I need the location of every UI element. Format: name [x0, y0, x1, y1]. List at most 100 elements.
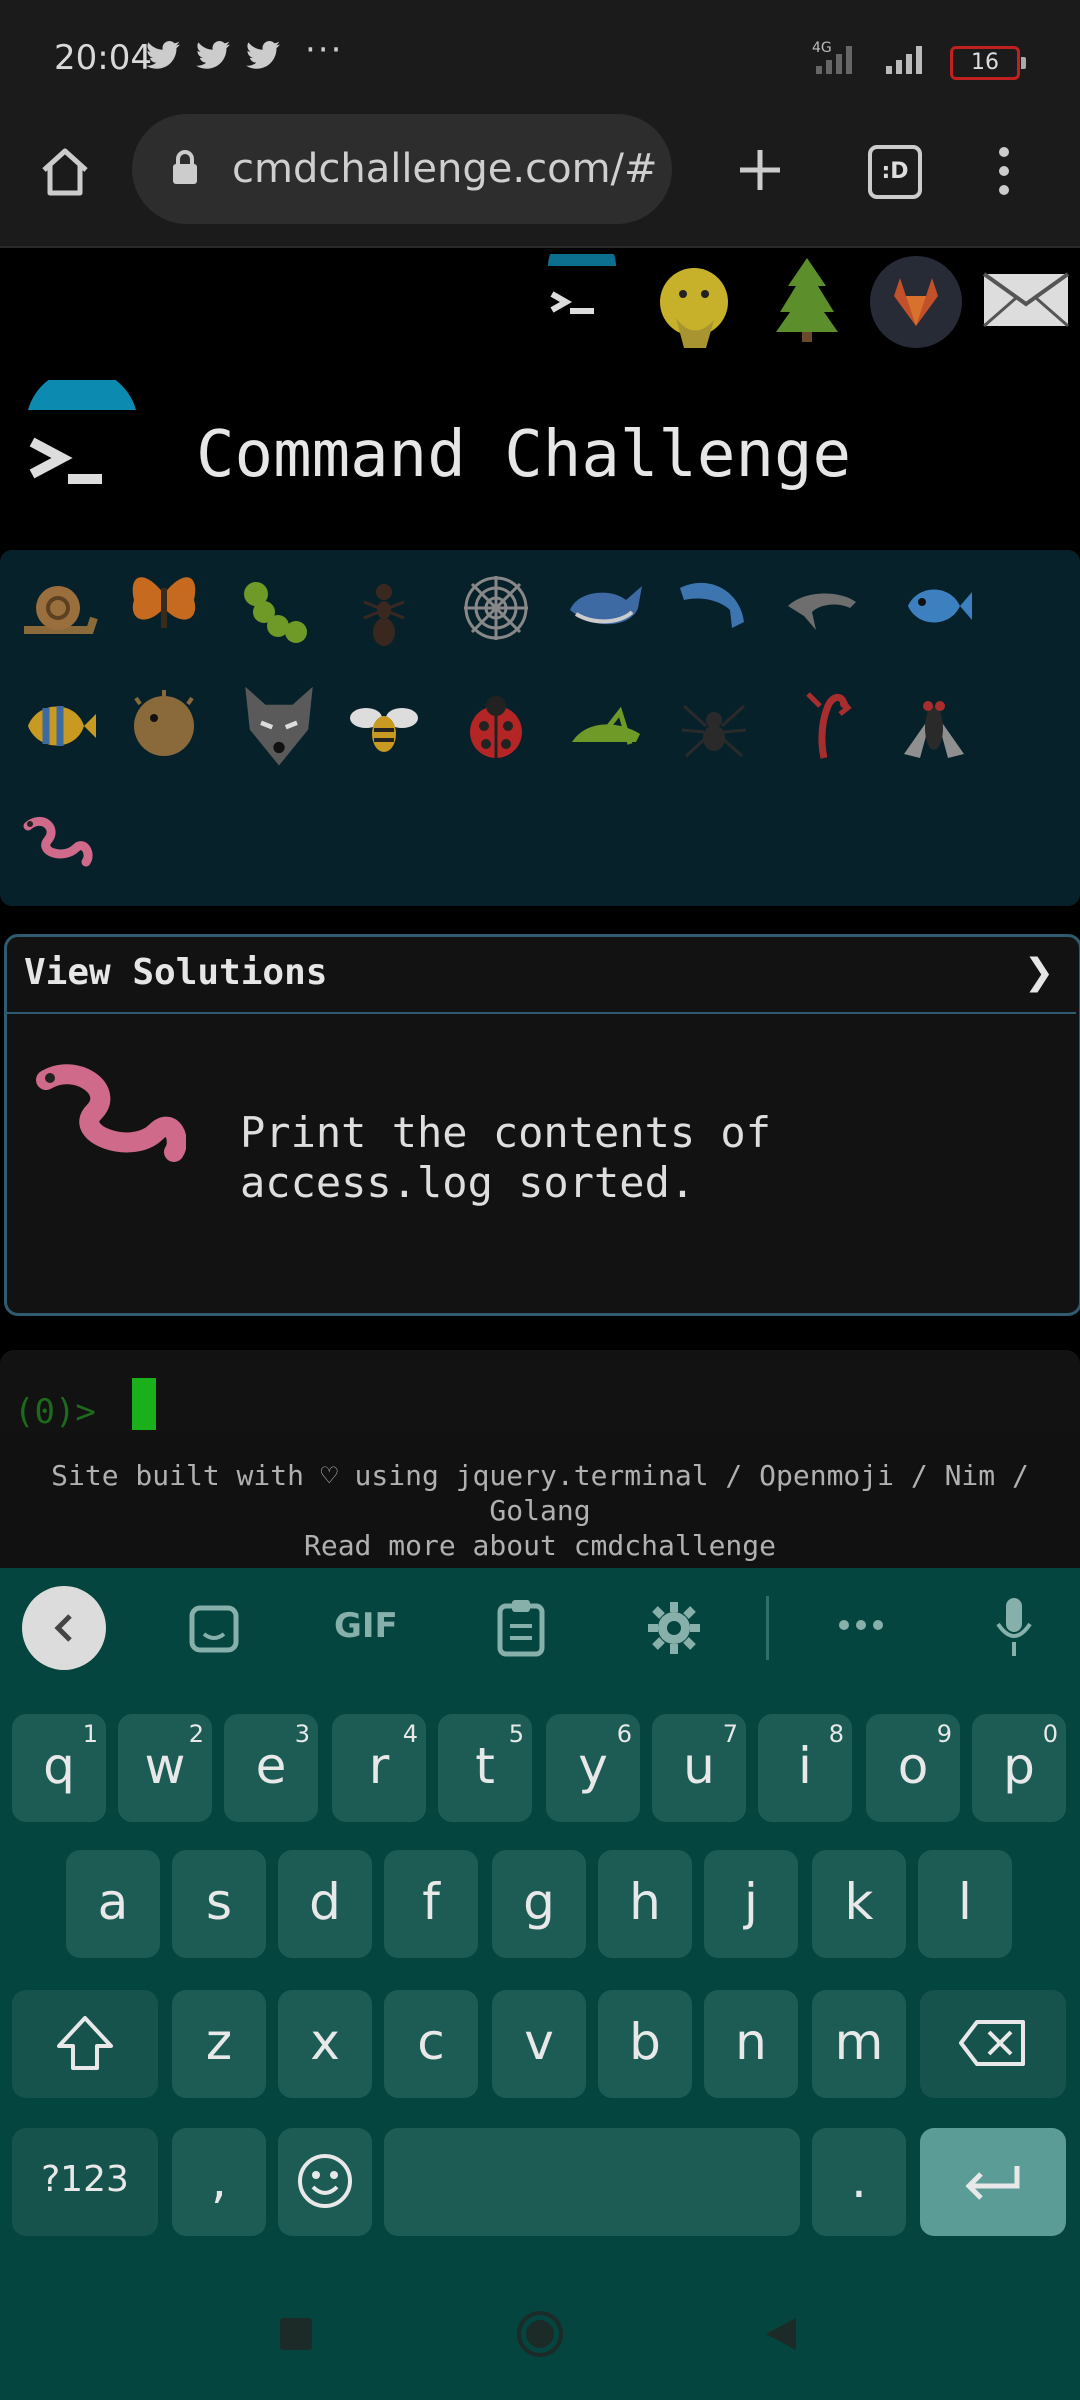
read-more-link[interactable]: Read more about cmdchallenge — [0, 1528, 1080, 1563]
key-v[interactable]: v — [492, 1990, 586, 2098]
period-key[interactable]: . — [812, 2128, 906, 2236]
gear-icon[interactable] — [646, 1600, 702, 1656]
key-e[interactable]: e3 — [224, 1714, 318, 1822]
symbols-key[interactable]: ?123 — [12, 2128, 158, 2236]
butterfly-icon[interactable] — [124, 564, 204, 644]
shift-key[interactable] — [12, 1990, 158, 2098]
keyboard — [0, 1568, 1080, 2400]
key-j[interactable]: j — [704, 1850, 798, 1958]
enter-key[interactable] — [920, 2128, 1066, 2236]
battery-icon: 16 — [950, 46, 1026, 80]
terminal-icon[interactable] — [540, 254, 624, 334]
worm-icon — [36, 1064, 186, 1162]
footer-credits-continued: Golang — [489, 1494, 591, 1527]
worm-icon[interactable] — [18, 804, 98, 884]
key-w-number: 2 — [188, 1720, 204, 1748]
key-p[interactable]: p0 — [972, 1714, 1066, 1822]
key-a[interactable]: a — [66, 1850, 160, 1958]
key-c[interactable]: c — [384, 1990, 478, 2098]
key-p-label: p — [1003, 1737, 1035, 1795]
menu-icon[interactable] — [990, 144, 1018, 198]
comma-key[interactable]: , — [172, 2128, 266, 2236]
key-o-number: 9 — [936, 1720, 952, 1748]
chevron-right-icon[interactable]: ❯ — [1024, 952, 1054, 993]
key-i-number: 8 — [828, 1720, 844, 1748]
spider-icon[interactable] — [674, 686, 754, 766]
space-key[interactable] — [384, 2128, 800, 2236]
fish-icon[interactable] — [894, 566, 974, 646]
dolphin-grey-icon[interactable] — [784, 568, 864, 648]
url-text[interactable]: cmdchallenge.com/# — [232, 146, 658, 192]
sticker-icon[interactable] — [188, 1604, 242, 1654]
key-u[interactable]: u7 — [652, 1714, 746, 1822]
key-q-label: q — [43, 1737, 75, 1795]
caterpillar-icon[interactable] — [234, 572, 314, 652]
key-k[interactable]: k — [812, 1850, 906, 1958]
key-y[interactable]: y6 — [546, 1714, 640, 1822]
signal-icon — [886, 44, 922, 74]
key-s[interactable]: s — [172, 1850, 266, 1958]
tab-switcher-button[interactable]: :D — [868, 145, 922, 199]
wolf-icon[interactable] — [234, 680, 324, 770]
key-i[interactable]: i8 — [758, 1714, 852, 1822]
gitlab-icon — [894, 278, 938, 326]
tree-icon[interactable] — [774, 256, 840, 342]
key-q-number: 1 — [82, 1720, 98, 1748]
key-p-number: 0 — [1042, 1720, 1058, 1748]
scorpion-icon[interactable] — [784, 684, 864, 764]
key-n[interactable]: n — [704, 1990, 798, 2098]
key-l[interactable]: l — [918, 1850, 1012, 1958]
key-b[interactable]: b — [598, 1990, 692, 2098]
blowfish-icon[interactable] — [124, 684, 204, 764]
toolbar-divider — [766, 1596, 769, 1660]
key-r[interactable]: r4 — [332, 1714, 426, 1822]
key-y-label: y — [578, 1737, 608, 1795]
bee-icon[interactable] — [344, 686, 424, 766]
site-footer: Site built with ♡ using jquery.terminal … — [0, 1432, 1080, 1568]
mic-icon[interactable] — [994, 1596, 1034, 1660]
snail-icon[interactable] — [18, 568, 98, 648]
recents-icon[interactable] — [278, 2316, 314, 2352]
ant-icon[interactable] — [344, 572, 424, 652]
key-x[interactable]: x — [278, 1990, 372, 2098]
key-t[interactable]: t5 — [438, 1714, 532, 1822]
key-w[interactable]: w2 — [118, 1714, 212, 1822]
face-with-hand-icon[interactable] — [656, 262, 732, 352]
dolphin-blue-icon[interactable] — [674, 566, 754, 646]
key-o[interactable]: o9 — [866, 1714, 960, 1822]
emoji-key[interactable] — [278, 2128, 372, 2236]
gif-button[interactable]: GIF — [334, 1606, 398, 1646]
key-f[interactable]: f — [384, 1850, 478, 1958]
spider-web-icon[interactable] — [456, 568, 536, 648]
whale-icon[interactable] — [566, 566, 646, 646]
terminal[interactable] — [0, 1350, 1080, 1432]
ladybug-icon[interactable] — [456, 686, 536, 766]
shift-icon — [57, 2016, 113, 2070]
tropical-fish-icon[interactable] — [18, 686, 98, 766]
clipboard-icon[interactable] — [494, 1598, 548, 1658]
key-g[interactable]: g — [492, 1850, 586, 1958]
fly-icon[interactable] — [894, 684, 974, 764]
cricket-icon[interactable] — [566, 690, 646, 770]
key-e-number: 3 — [294, 1720, 310, 1748]
status-bar: 20:04 ··· 4G 16 — [0, 0, 1080, 118]
key-d[interactable]: d — [278, 1850, 372, 1958]
key-z[interactable]: z — [172, 1990, 266, 2098]
key-y-number: 6 — [616, 1720, 632, 1748]
key-u-label: u — [683, 1737, 715, 1795]
backspace-key[interactable] — [920, 1990, 1066, 2098]
mail-icon[interactable] — [982, 272, 1070, 328]
more-icon[interactable] — [838, 1618, 884, 1632]
home-icon[interactable] — [38, 146, 92, 198]
key-m[interactable]: m — [812, 1990, 906, 2098]
view-solutions-label[interactable]: View Solutions — [24, 952, 327, 993]
new-tab-icon[interactable] — [734, 144, 786, 196]
key-q[interactable]: q1 — [12, 1714, 106, 1822]
twitter-icon — [146, 41, 180, 69]
key-h[interactable]: h — [598, 1850, 692, 1958]
back-nav-icon[interactable] — [762, 2314, 800, 2354]
home-nav-icon[interactable] — [516, 2310, 564, 2358]
twitter-icon — [246, 41, 280, 69]
signal-icon — [816, 44, 852, 74]
terminal-cursor[interactable] — [132, 1378, 156, 1430]
